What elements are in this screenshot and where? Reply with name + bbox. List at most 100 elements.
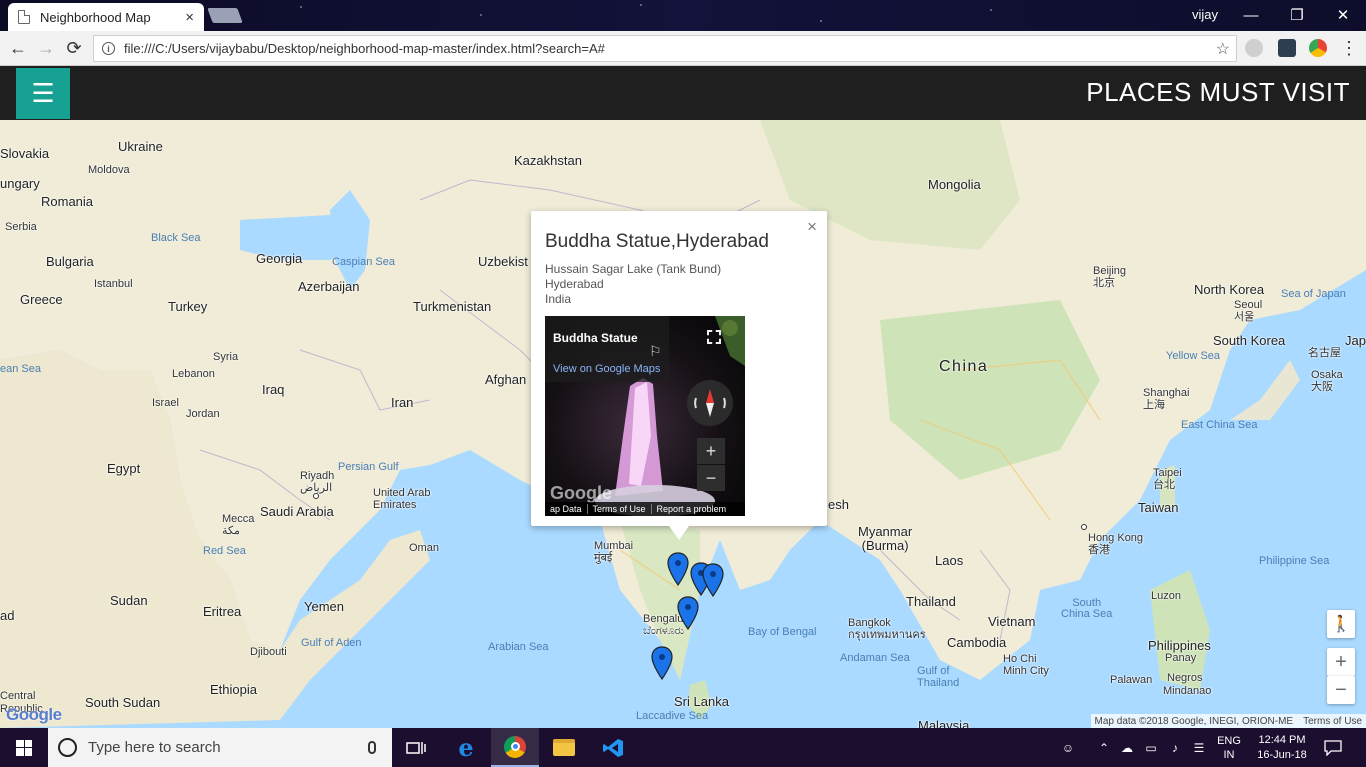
restore-button[interactable]: ❐ bbox=[1274, 2, 1320, 28]
reload-icon[interactable]: ⟳ bbox=[62, 37, 86, 59]
map-marker[interactable] bbox=[651, 646, 673, 680]
back-arrow-icon[interactable]: ← bbox=[6, 37, 30, 59]
map-marker[interactable] bbox=[677, 596, 699, 630]
new-tab-button[interactable] bbox=[207, 8, 243, 23]
cortana-icon bbox=[58, 738, 77, 757]
background-star bbox=[300, 6, 302, 8]
microphone-icon[interactable] bbox=[368, 741, 376, 754]
map-data-link[interactable]: ap Data bbox=[545, 504, 588, 514]
fullscreen-icon[interactable] bbox=[707, 330, 721, 344]
background-star bbox=[640, 4, 642, 6]
map-label-moldova: Moldova bbox=[88, 164, 130, 176]
streetview-zoom-in-button[interactable]: + bbox=[697, 438, 725, 464]
extension-vue-icon[interactable] bbox=[1278, 39, 1296, 57]
profile-name[interactable]: vijay bbox=[1192, 7, 1218, 22]
app-header: ☰ PLACES MUST VISIT bbox=[0, 66, 1366, 120]
map-label-saudi-arabia: Saudi Arabia bbox=[260, 504, 334, 519]
map-label-turkmenistan: Turkmenistan bbox=[413, 299, 492, 314]
action-center-icon[interactable] bbox=[1322, 728, 1344, 767]
start-button[interactable] bbox=[0, 728, 48, 767]
map-label-shanghai: Shanghai 上海 bbox=[1143, 387, 1190, 411]
volume-icon[interactable]: ♪ bbox=[1164, 728, 1186, 767]
terms-of-use-link[interactable]: Terms of Use bbox=[1303, 716, 1362, 727]
info-window: × Buddha Statue,Hyderabad Hussain Sagar … bbox=[531, 211, 827, 540]
streetview-zoom-out-button[interactable]: − bbox=[697, 465, 725, 491]
map-label-riyadh: Riyadh الرياض bbox=[300, 470, 335, 494]
map-label-iran: Iran bbox=[391, 395, 414, 410]
map-label-cambodia: Cambodia bbox=[947, 635, 1007, 650]
map-label-south-china-sea: South China Sea bbox=[1061, 597, 1113, 620]
map-marker[interactable] bbox=[667, 552, 689, 586]
background-star bbox=[990, 9, 992, 11]
map-label-bangladesh: esh bbox=[828, 497, 849, 512]
taskbar-search-box[interactable]: Type here to search bbox=[48, 728, 392, 767]
chrome-icon[interactable] bbox=[491, 728, 539, 767]
map-label-hungary: ungary bbox=[0, 176, 40, 191]
browser-toolbar: ← → ⟳ i file:///C:/Users/vijaybabu/Deskt… bbox=[0, 31, 1366, 66]
map-label-vietnam: Vietnam bbox=[988, 614, 1036, 629]
show-hidden-icons-chevron-icon[interactable]: ⌃ bbox=[1094, 728, 1114, 767]
map-label-sudan: Sudan bbox=[110, 593, 148, 608]
map-label-east-china-sea: East China Sea bbox=[1181, 419, 1258, 431]
attribution-text: Map data ©2018 Google, INEGI, ORION-ME bbox=[1094, 715, 1294, 727]
map-label-bangkok: Bangkok กรุงเทพมหานคร bbox=[848, 617, 926, 641]
view-on-google-maps-link[interactable]: View on Google Maps bbox=[553, 363, 660, 375]
map-label-egypt: Egypt bbox=[107, 461, 141, 476]
map-label-north-korea: North Korea bbox=[1194, 282, 1265, 297]
map-label-gulf-of-aden: Gulf of Aden bbox=[301, 637, 362, 649]
map-label-georgia: Georgia bbox=[256, 251, 303, 266]
edge-icon[interactable]: e bbox=[442, 728, 490, 767]
map-label-taipei: Taipei 台北 bbox=[1153, 467, 1182, 491]
extension-color-icon[interactable] bbox=[1309, 39, 1327, 57]
clock[interactable]: 12:44 PM 16-Jun-18 bbox=[1250, 728, 1314, 767]
background-star bbox=[480, 14, 482, 16]
map-label-greece: Greece bbox=[20, 292, 63, 307]
map-label-red-sea: Red Sea bbox=[203, 545, 246, 557]
report-problem-link[interactable]: Report a problem bbox=[652, 504, 732, 514]
map-label-mediterranean-sea: ean Sea bbox=[0, 363, 41, 375]
extension-cloud-icon[interactable] bbox=[1245, 39, 1263, 57]
map-label-black-sea: Black Sea bbox=[151, 232, 201, 244]
map-label-south-sudan: South Sudan bbox=[85, 695, 161, 710]
info-window-close-icon[interactable]: × bbox=[807, 217, 817, 237]
address-bar[interactable]: i file:///C:/Users/vijaybabu/Desktop/nei… bbox=[93, 35, 1237, 62]
streetview-panorama[interactable]: Buddha Statue ⚐ View on Google Maps + − … bbox=[545, 316, 745, 516]
battery-icon[interactable]: ▭ bbox=[1140, 728, 1162, 767]
file-explorer-icon[interactable] bbox=[540, 728, 588, 767]
people-icon[interactable]: ☺ bbox=[1055, 728, 1081, 767]
map-label-philippines: Philippines bbox=[1148, 638, 1211, 653]
compass-icon[interactable] bbox=[687, 380, 733, 426]
map-label-serbia: Serbia bbox=[5, 221, 37, 233]
location-pin-icon[interactable]: ⚐ bbox=[649, 343, 662, 360]
google-logo[interactable]: Google bbox=[6, 705, 62, 725]
network-icon[interactable]: ☰ bbox=[1188, 728, 1210, 767]
close-window-button[interactable]: ✕ bbox=[1320, 2, 1366, 28]
language-indicator[interactable]: ENG IN bbox=[1212, 728, 1246, 767]
tab-close-icon[interactable]: × bbox=[185, 9, 194, 26]
map-label-bulgaria: Bulgaria bbox=[46, 254, 94, 269]
task-view-icon[interactable] bbox=[392, 728, 440, 767]
search-placeholder[interactable]: Type here to search bbox=[88, 739, 368, 756]
map-label-chad: ad bbox=[0, 608, 15, 623]
info-icon[interactable]: i bbox=[102, 42, 115, 55]
url-text[interactable]: file:///C:/Users/vijaybabu/Desktop/neigh… bbox=[124, 41, 1216, 56]
map-label-iraq: Iraq bbox=[262, 382, 285, 397]
onedrive-cloud-icon[interactable]: ☁ bbox=[1116, 728, 1138, 767]
zoom-out-button[interactable]: − bbox=[1327, 676, 1355, 704]
map-label-panay: Panay bbox=[1165, 652, 1197, 664]
browser-menu-icon[interactable]: ⋮ bbox=[1337, 37, 1361, 59]
terms-of-use-link[interactable]: Terms of Use bbox=[588, 504, 652, 514]
map-label-sea-of-japan: Sea of Japan bbox=[1281, 288, 1346, 300]
address-line: Hussain Sagar Lake (Tank Bund) bbox=[545, 262, 722, 276]
bookmark-star-icon[interactable]: ☆ bbox=[1216, 39, 1230, 59]
minimize-button[interactable]: — bbox=[1228, 2, 1274, 28]
forward-arrow-icon[interactable]: → bbox=[34, 37, 58, 59]
pegman-streetview-button[interactable]: 🚶 bbox=[1327, 610, 1355, 638]
browser-tab-active[interactable]: Neighborhood Map × bbox=[8, 3, 204, 31]
map-label-mumbai: Mumbai मुंबई bbox=[594, 540, 634, 564]
vscode-icon[interactable] bbox=[589, 728, 637, 767]
map-label-mecca: Mecca مكة bbox=[222, 513, 255, 537]
zoom-in-button[interactable]: + bbox=[1327, 648, 1355, 676]
map-marker[interactable] bbox=[702, 563, 724, 597]
hamburger-menu-button[interactable]: ☰ bbox=[16, 68, 70, 119]
